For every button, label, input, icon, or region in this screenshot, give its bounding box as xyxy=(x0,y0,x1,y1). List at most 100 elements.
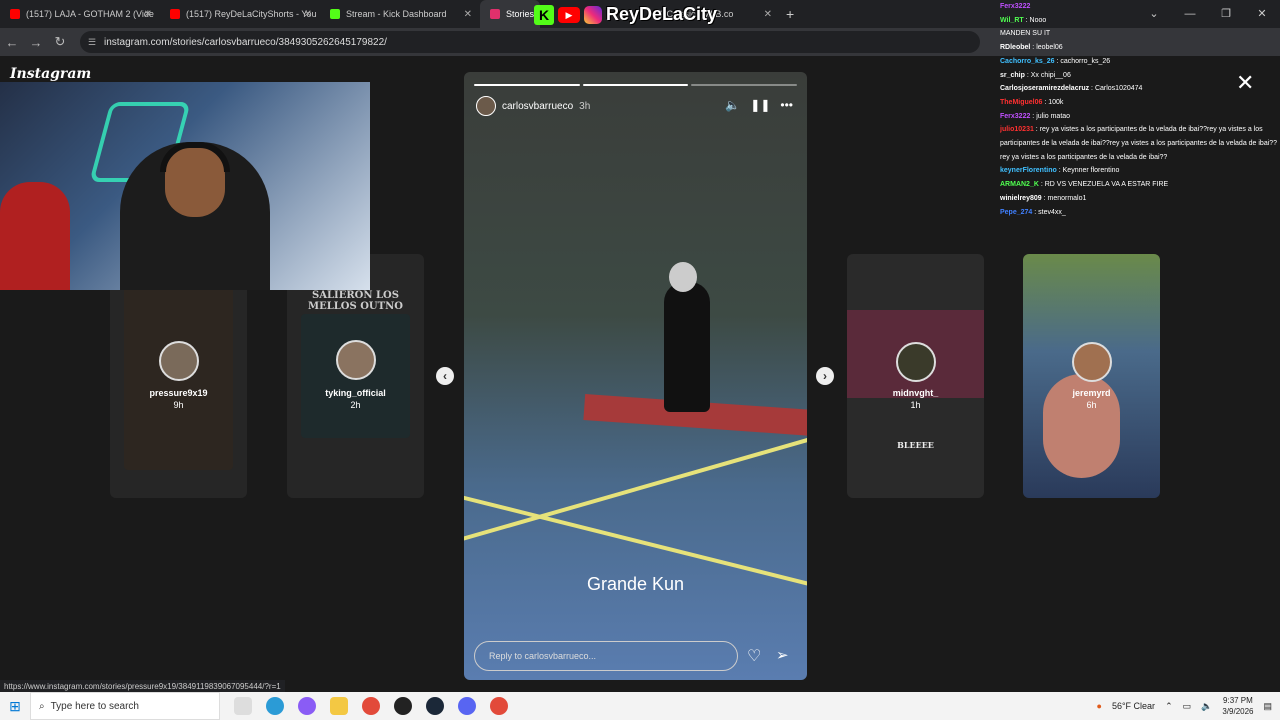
chat-text: Xx chipi__06 xyxy=(1030,71,1071,79)
chat-username[interactable]: ARMAN2_K xyxy=(1000,181,1039,188)
notifications-icon[interactable]: ▤ xyxy=(1263,701,1272,712)
story-username: midnvght_ xyxy=(892,388,939,398)
tab-kick-dashboard[interactable]: Stream - Kick Dashboard ✕ xyxy=(320,0,480,28)
court-line xyxy=(464,424,807,544)
chat-username[interactable]: julio10231 xyxy=(1000,126,1034,133)
chat-text: 100k xyxy=(1048,98,1064,106)
chat-username[interactable]: RDleobel xyxy=(1000,44,1030,51)
url-field[interactable]: ☰ instagram.com/stories/carlosvbarrueco/… xyxy=(80,31,980,53)
new-tab-icon[interactable]: + xyxy=(786,6,794,22)
chat-message: sr_chip : Xx chipi__06 xyxy=(1000,69,1280,83)
chat-text: MANDEN SU IT xyxy=(1000,30,1051,38)
heart-icon[interactable]: ♡ xyxy=(747,646,761,666)
chat-username[interactable]: Wil_RT xyxy=(1000,17,1024,24)
tab-title: Stream - Kick Dashboard xyxy=(346,9,447,19)
tab-youtube-laja[interactable]: (1517) LAJA - GOTHAM 2 (Vide ✕ xyxy=(0,0,160,28)
pause-icon[interactable]: ❚❚ xyxy=(750,98,770,112)
taskbar-search[interactable]: ⌕ Type here to search xyxy=(30,692,220,720)
chat-text: RD VS VENEZUELA VA A ESTAR FIRE xyxy=(1044,181,1169,189)
chevron-up-icon[interactable]: ⌃ xyxy=(1165,701,1173,712)
file-explorer-icon[interactable] xyxy=(330,697,348,715)
reply-input[interactable]: Reply to carlosvbarrueco... xyxy=(474,641,738,671)
back-icon[interactable]: ← xyxy=(0,35,24,50)
chrome-icon[interactable] xyxy=(362,697,380,715)
youtube-icon xyxy=(10,9,20,19)
volume-icon[interactable]: 🔈 xyxy=(725,98,740,112)
close-icon[interactable]: ✕ xyxy=(764,9,772,20)
chat-text: stev4xx_ xyxy=(1038,208,1066,216)
chat-text: Carlos1020474 xyxy=(1094,85,1143,93)
edge-icon[interactable] xyxy=(266,697,284,715)
story-username[interactable]: carlosvbarrueco xyxy=(502,101,573,112)
chat-message: Ferx3222 xyxy=(1000,0,1280,14)
avatar[interactable] xyxy=(476,96,496,116)
chat-message: Wil_RT : Nooo xyxy=(1000,14,1280,28)
next-story-arrow-icon[interactable]: › xyxy=(816,367,834,385)
story-username: tyking_official xyxy=(325,388,386,398)
chat-message: winielrey809 : menormalo1 xyxy=(1000,192,1280,206)
story-age: 1h xyxy=(910,400,921,410)
task-view-icon[interactable] xyxy=(234,697,252,715)
copilot-icon[interactable] xyxy=(298,697,316,715)
network-icon[interactable]: ▭ xyxy=(1183,701,1192,712)
story-preview-jeremyrd[interactable]: jeremyrd 6h xyxy=(1023,254,1160,498)
forward-icon[interactable]: → xyxy=(24,35,48,50)
chat-username[interactable]: Ferx3222 xyxy=(1000,113,1030,120)
weather-icon[interactable]: ● xyxy=(1097,701,1102,711)
chat-message: Cachorro_ks_26 : cachorro_ks_26 xyxy=(1000,55,1280,69)
system-tray: ● 56°F Clear ⌃ ▭ 🔈 9:37 PM 3/9/2026 ▤ xyxy=(1097,692,1273,720)
story-text: BLEEEE xyxy=(897,440,934,450)
instagram-icon xyxy=(490,9,500,19)
close-icon[interactable]: ✕ xyxy=(144,9,152,20)
tab-youtube-shorts[interactable]: (1517) ReyDeLaCityShorts - You ✕ xyxy=(160,0,320,28)
send-icon[interactable]: ➢ xyxy=(776,646,789,664)
clock[interactable]: 9:37 PM 3/9/2026 xyxy=(1222,695,1253,717)
chrome-icon[interactable] xyxy=(490,697,508,715)
chat-text: Nooo xyxy=(1029,16,1047,24)
chat-text: rey ya vistes a los participantes de la … xyxy=(1000,126,1278,161)
story-preview-tyking[interactable]: SALIERON LOS MELLOS OUTNO tyking_officia… xyxy=(287,254,424,498)
chat-text: Keynner florentino xyxy=(1062,167,1120,175)
discord-icon[interactable] xyxy=(458,697,476,715)
close-icon[interactable]: ✕ xyxy=(304,9,312,20)
search-placeholder: Type here to search xyxy=(50,700,139,712)
weather-text[interactable]: 56°F Clear xyxy=(1112,701,1155,711)
chat-text: menormalo1 xyxy=(1047,194,1087,202)
chat-message: keynerFlorentino : Keynner florentino xyxy=(1000,164,1280,178)
chat-username[interactable]: sr_chip xyxy=(1000,72,1025,79)
avatar xyxy=(335,340,376,380)
progress-segment xyxy=(582,84,689,86)
volume-icon[interactable]: 🔈 xyxy=(1201,701,1212,712)
more-icon[interactable]: ••• xyxy=(780,98,793,112)
streamer-brand-overlay: K ▶ ReyDeLaCity xyxy=(534,4,717,25)
close-icon[interactable]: ✕ xyxy=(464,9,472,20)
tab-stories[interactable]: Stories xyxy=(480,0,540,28)
chat-text: julio matao xyxy=(1036,112,1071,120)
chat-username[interactable]: Ferx3222 xyxy=(1000,3,1030,10)
windows-start-icon[interactable]: ⊞ xyxy=(0,698,30,715)
windows-taskbar: ⊞ ⌕ Type here to search ● 56°F Clear ⌃ ▭… xyxy=(0,692,1280,720)
story-preview-pressure9x19[interactable]: pressure9x19 9h xyxy=(110,254,247,498)
chat-username[interactable]: Carlosjoseramirezdelacruz xyxy=(1000,85,1089,92)
time: 9:37 PM xyxy=(1223,696,1253,705)
chat-username[interactable]: keynerFlorentino xyxy=(1000,167,1057,174)
story-controls: 🔈 ❚❚ ••• xyxy=(725,98,793,112)
obs-icon[interactable] xyxy=(394,697,412,715)
steam-icon[interactable] xyxy=(426,697,444,715)
previous-story-arrow-icon[interactable]: ‹ xyxy=(436,367,454,385)
date: 3/9/2026 xyxy=(1222,707,1254,716)
story-age: 9h xyxy=(173,400,184,410)
tab-title: Stories xyxy=(506,9,535,19)
chat-username[interactable]: TheMiguel06 xyxy=(1000,99,1042,106)
instagram-logo[interactable]: Instagram xyxy=(10,66,91,82)
active-story[interactable]: carlosvbarrueco 3h 🔈 ❚❚ ••• Grande Kun R… xyxy=(464,72,807,680)
youtube-icon xyxy=(170,9,180,19)
site-info-icon[interactable]: ☰ xyxy=(88,37,96,48)
chat-username[interactable]: Pepe_274 xyxy=(1000,209,1032,216)
chat-username[interactable]: winielrey809 xyxy=(1000,195,1042,202)
chat-username[interactable]: Cachorro_ks_26 xyxy=(1000,58,1054,65)
avatar xyxy=(1071,342,1112,382)
reload-icon[interactable]: ↻ xyxy=(48,34,72,50)
tab-title: (1517) LAJA - GOTHAM 2 (Vide xyxy=(26,9,154,19)
story-preview-midnvght[interactable]: midnvght_ 1h BLEEEE xyxy=(847,254,984,498)
